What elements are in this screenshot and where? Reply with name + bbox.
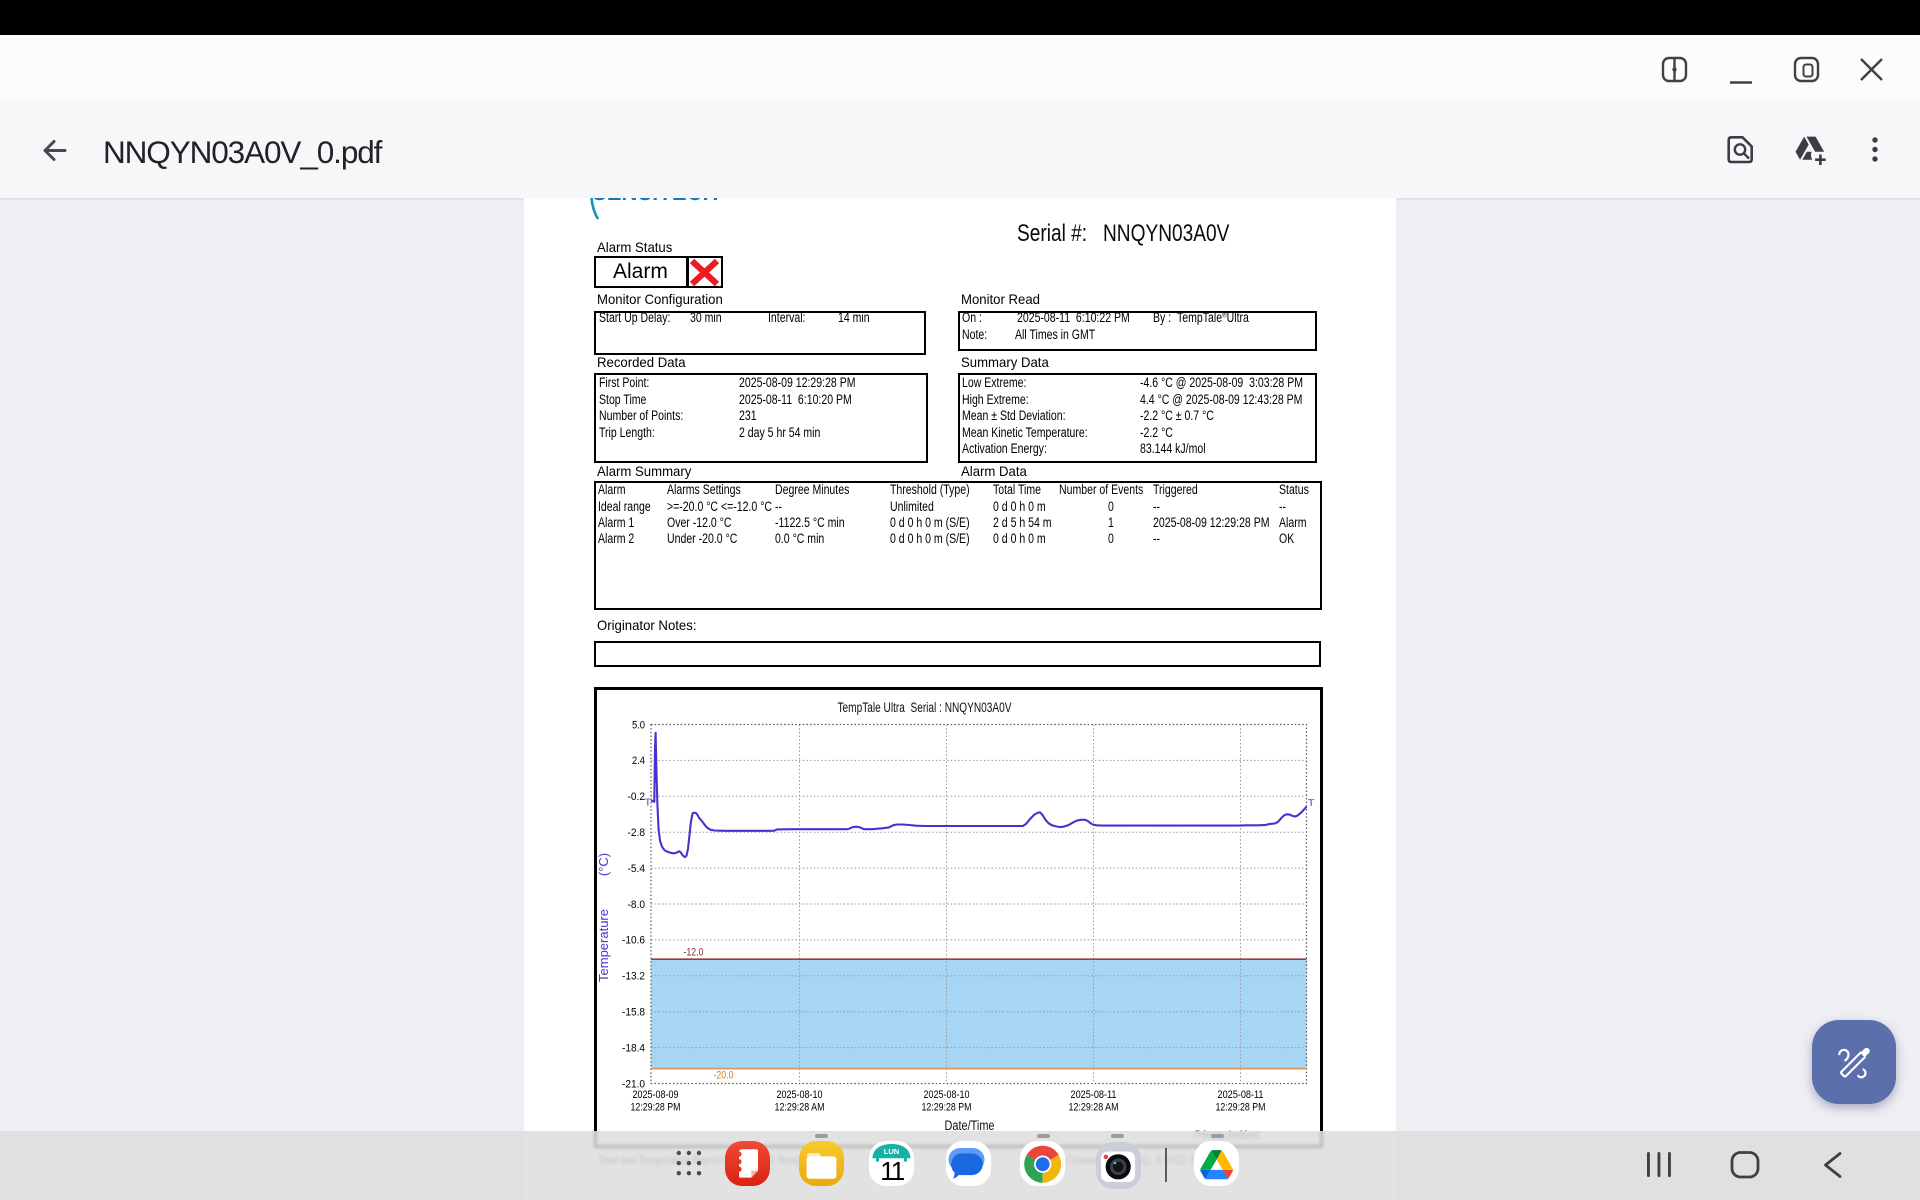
svg-text:12:29:28 AM: 12:29:28 AM bbox=[1068, 1101, 1118, 1113]
svg-text:-12.0: -12.0 bbox=[683, 946, 703, 958]
svg-text:12:29:28 PM: 12:29:28 PM bbox=[921, 1101, 971, 1113]
svg-text:-10.6: -10.6 bbox=[622, 934, 645, 946]
svg-text:(°C): (°C) bbox=[596, 852, 611, 875]
svg-text:2.4: 2.4 bbox=[632, 755, 645, 767]
svg-text:12:29:28 AM: 12:29:28 AM bbox=[774, 1101, 824, 1113]
svg-text:12:29:28 PM: 12:29:28 PM bbox=[630, 1101, 680, 1113]
svg-text:-18.4: -18.4 bbox=[622, 1042, 645, 1054]
svg-text:T: T bbox=[1308, 797, 1315, 809]
svg-text:T: T bbox=[644, 796, 651, 808]
svg-text:-0.2: -0.2 bbox=[627, 791, 645, 803]
svg-text:2025-08-10: 2025-08-10 bbox=[923, 1089, 969, 1101]
svg-text:LUN: LUN bbox=[884, 1147, 899, 1156]
svg-text:Temperature: Temperature bbox=[596, 909, 611, 982]
svg-text:-5.4: -5.4 bbox=[627, 862, 645, 874]
svg-text:-8.0: -8.0 bbox=[627, 898, 645, 910]
svg-text:-2.8: -2.8 bbox=[627, 827, 645, 839]
svg-text:-13.2: -13.2 bbox=[622, 970, 645, 982]
svg-text:2025-08-09: 2025-08-09 bbox=[632, 1089, 678, 1101]
svg-text:11: 11 bbox=[880, 1156, 905, 1186]
svg-text:5.0: 5.0 bbox=[632, 719, 645, 731]
svg-text:2025-08-11: 2025-08-11 bbox=[1217, 1089, 1263, 1101]
svg-text:2025-08-10: 2025-08-10 bbox=[776, 1089, 822, 1101]
svg-text:TempTale Ultra Serial : NNQYN: TempTale Ultra Serial : NNQYN03A0V bbox=[837, 700, 1011, 715]
svg-text:-15.8: -15.8 bbox=[622, 1006, 645, 1018]
svg-text:2025-08-11: 2025-08-11 bbox=[1070, 1089, 1116, 1101]
svg-text:12:29:28 PM: 12:29:28 PM bbox=[1215, 1101, 1265, 1113]
svg-text:-20.0: -20.0 bbox=[713, 1069, 733, 1081]
